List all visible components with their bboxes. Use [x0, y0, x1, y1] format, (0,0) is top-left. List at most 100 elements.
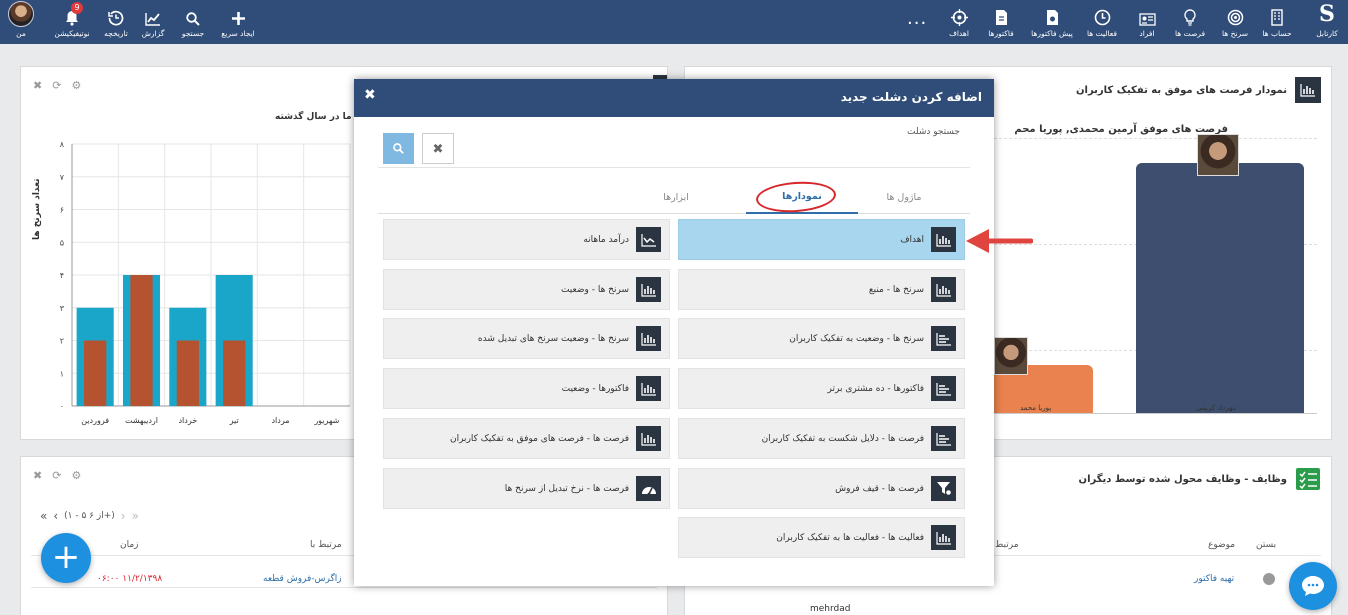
bar-chart-icon	[931, 277, 956, 302]
dashlet-item-leads-status[interactable]: سرنخ ها - وضعیت	[383, 269, 670, 310]
dashlet-item-leads-status-by-user[interactable]: سرنخ ها - وضعیت به تفکیک کاربران	[678, 318, 965, 359]
nav-label: حساب ها	[1262, 29, 1292, 38]
nav-item-activities[interactable]: فعالیت ها	[1084, 0, 1120, 44]
x-tick-label: تیر	[229, 416, 239, 425]
chart-line-icon	[145, 13, 160, 26]
bar-chart-icon	[1295, 77, 1321, 103]
item-label: فرصت ها - دلایل شکست به تفکیک کاربران	[761, 433, 924, 444]
dashlet-item-invoices-status[interactable]: فاکتورها - وضعیت	[383, 368, 670, 409]
dashlet-item-opportunities-loss-reasons[interactable]: فرصت ها - دلایل شکست به تفکیک کاربران	[678, 418, 965, 459]
y-tick-label: ۴	[60, 271, 64, 280]
nav-label: فرصت ها	[1174, 29, 1206, 38]
x-tick-label: اردیبهشت	[125, 416, 158, 425]
search-input[interactable]	[378, 167, 970, 168]
nav-item-quick-create[interactable]: ایجاد سریع	[218, 0, 258, 44]
item-label: سرنخ ها - وضعیت به تفکیک کاربران	[789, 333, 924, 344]
gear-icon[interactable]: ⚙	[71, 79, 81, 92]
chart-title: ما در سال گذشته	[275, 112, 352, 122]
add-dashlet-fab[interactable]: +	[41, 533, 91, 583]
column-header-time[interactable]: زمان	[120, 540, 139, 550]
tab-charts[interactable]: نمودارها	[746, 181, 858, 214]
tab-modules[interactable]: ماژول ها	[860, 181, 948, 214]
panel-title: نمودار فرصت های موفق به تفکیک کاربران	[1075, 84, 1287, 96]
last-page-icon[interactable]: »	[132, 509, 139, 523]
gauge-icon	[636, 476, 661, 501]
search-button[interactable]	[383, 133, 414, 164]
nav-item-people[interactable]: افراد	[1134, 0, 1160, 44]
lightbulb-icon	[1184, 9, 1196, 26]
hbar-chart-icon	[931, 426, 956, 451]
clear-search-button[interactable]: ✖	[422, 133, 454, 164]
nav-item-history[interactable]: تاریخچه	[98, 0, 134, 44]
nav-item-goals[interactable]: اهداف	[946, 0, 972, 44]
next-page-icon[interactable]: ›	[121, 509, 126, 523]
chart-bar	[84, 340, 107, 406]
refresh-icon[interactable]: ⟳	[52, 469, 61, 482]
column-header-close[interactable]: بستن	[1256, 540, 1276, 550]
chat-button[interactable]	[1289, 562, 1337, 610]
nav-label: سرنخ ها	[1222, 29, 1248, 38]
row-related-link[interactable]: زاگرس-فروش قطعه	[263, 574, 342, 584]
crosshair-icon	[950, 9, 968, 26]
search-icon	[186, 12, 200, 26]
user-photo	[1197, 134, 1239, 176]
column-header-related[interactable]: مرتبط با	[310, 540, 342, 550]
close-icon[interactable]: ✖	[33, 469, 42, 482]
x-tick-label: شهریور	[313, 416, 339, 425]
column-header-subject[interactable]: موضوع	[1208, 540, 1235, 550]
y-tick-label: ۰	[60, 402, 64, 411]
nav-item-cartable[interactable]: S کارتابل	[1310, 0, 1344, 44]
nav-label: پیش فاکتورها	[1031, 29, 1073, 38]
more-menu[interactable]: ...	[907, 10, 927, 28]
refresh-icon[interactable]: ⟳	[52, 79, 61, 92]
dashlet-item-won-opportunities-by-user[interactable]: فرصت ها - فرصت های موفق به تفکیک کاربران	[383, 418, 670, 459]
search-icon	[393, 143, 404, 154]
chart-bar	[1136, 163, 1304, 413]
hbar-chart-icon	[931, 376, 956, 401]
chart-bar	[176, 340, 199, 406]
pager: « ‹ (۱ - ۵ از ۶+) › »	[40, 509, 139, 523]
nav-item-proforma[interactable]: پیش فاکتورها	[1030, 0, 1074, 44]
annotation-arrow-icon	[966, 229, 1033, 253]
column-header-related[interactable]: مرتبط	[995, 540, 1019, 550]
close-icon[interactable]: ✖	[364, 87, 376, 103]
item-label: سرنخ ها - منبع	[868, 284, 924, 295]
close-icon[interactable]: ✖	[33, 79, 42, 92]
panel-title: وظایف - وظایف محول شده توسط دیگران	[1078, 473, 1287, 485]
nav-item-accounts[interactable]: حساب ها	[1262, 0, 1292, 44]
dashlet-item-sales-funnel[interactable]: فرصت ها - قیف فروش	[678, 468, 965, 509]
row-user: mehrdad	[810, 604, 851, 614]
dashlet-item-goals[interactable]: اهداف	[678, 219, 965, 260]
contact-card-icon	[1138, 13, 1156, 26]
bar-chart-icon	[931, 227, 956, 252]
nav-item-search[interactable]: جستجو	[178, 0, 208, 44]
nav-item-invoices[interactable]: فاکتورها	[986, 0, 1016, 44]
nav-item-report[interactable]: گزارش	[140, 0, 166, 44]
nav-label: فاکتورها	[988, 29, 1014, 38]
dashlet-item-activities-by-user[interactable]: فعالیت ها - فعالیت ها به تفکیک کاربران	[678, 517, 965, 558]
nav-label: گزارش	[141, 29, 165, 38]
x-tick-label: خرداد	[178, 416, 197, 425]
nav-item-leads[interactable]: سرنخ ها	[1220, 0, 1250, 44]
nav-label: ایجاد سریع	[221, 29, 255, 38]
dashlet-item-invoices-top-customers[interactable]: فاکتورها - ده مشتری برتر	[678, 368, 965, 409]
row-subject-link[interactable]: تهیه فاکتور	[1194, 574, 1234, 584]
nav-item-me[interactable]: من	[6, 0, 36, 44]
item-label: سرنخ ها - وضعیت سرنخ های تبدیل شده	[477, 333, 629, 344]
bar-label: پوریا محمد	[1020, 404, 1052, 412]
nav-item-opportunities[interactable]: فرصت ها	[1174, 0, 1206, 44]
check-circle-icon[interactable]	[1263, 573, 1275, 585]
dashlet-item-monthly-revenue[interactable]: درآمد ماهانه	[383, 219, 670, 260]
avatar	[8, 1, 34, 27]
first-page-icon[interactable]: «	[40, 509, 47, 523]
dashlet-item-converted-leads-status[interactable]: سرنخ ها - وضعیت سرنخ های تبدیل شده	[383, 318, 670, 359]
gear-icon[interactable]: ⚙	[71, 469, 81, 482]
x-tick-label: فروردین	[81, 416, 109, 425]
item-label: اهداف	[900, 234, 924, 245]
modal-tabs: ماژول ها نمودارها ابزارها	[378, 181, 970, 214]
dashlet-item-leads-source[interactable]: سرنخ ها - منبع	[678, 269, 965, 310]
prev-page-icon[interactable]: ‹	[53, 509, 58, 523]
dashlet-item-lead-conversion-rate[interactable]: فرصت ها - نرخ تبدیل از سرنخ ها	[383, 468, 670, 509]
tab-tools[interactable]: ابزارها	[632, 181, 720, 214]
modal-title: اضافه کردن دشلت جدید	[840, 90, 982, 104]
